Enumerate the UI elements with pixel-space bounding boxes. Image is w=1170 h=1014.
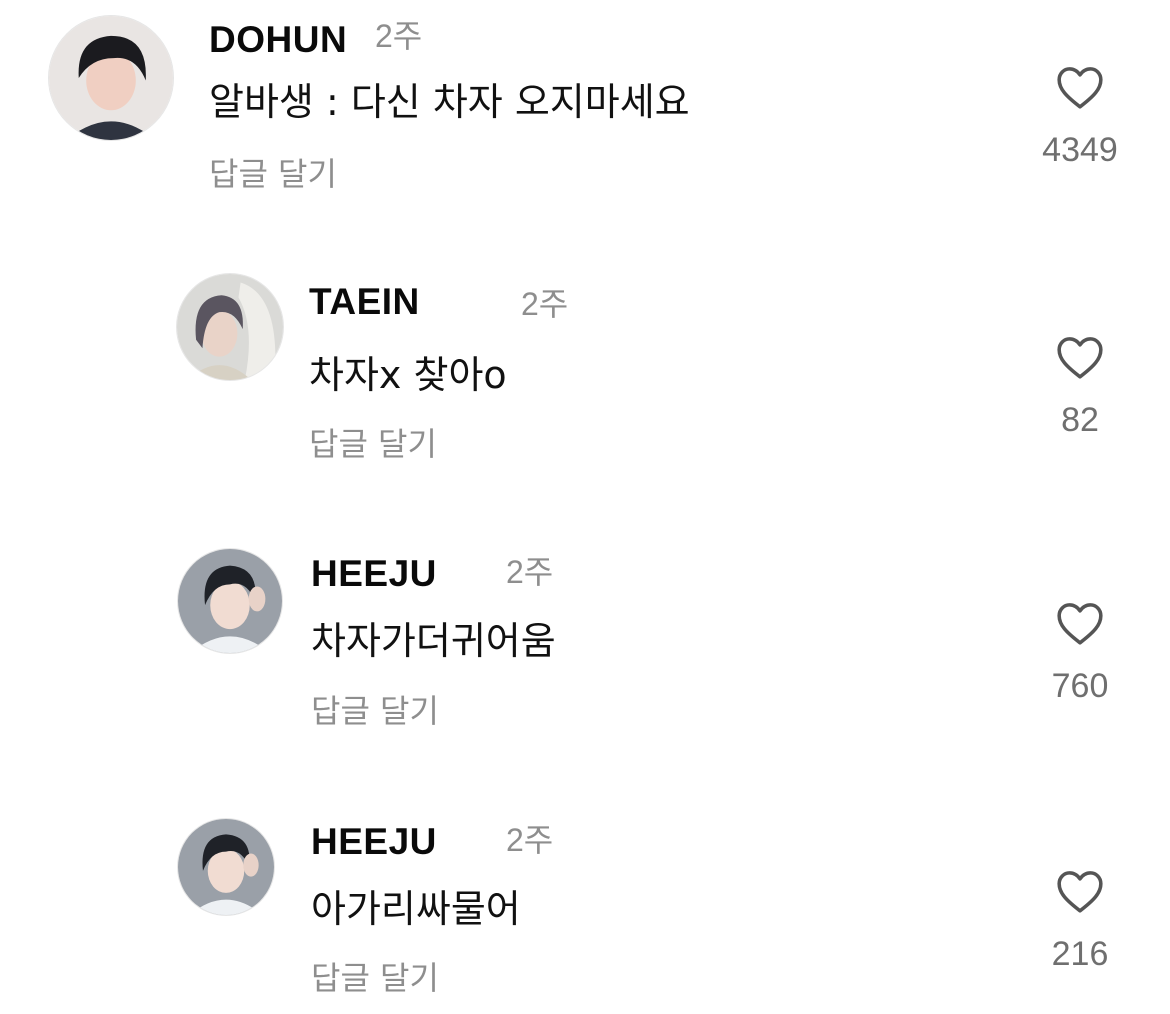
comment-username[interactable]: TAEIN bbox=[309, 280, 420, 324]
comment-username[interactable]: HEEJU bbox=[311, 820, 437, 864]
comment-item: DOHUN 2주 알바생 : 다신 차자 오지마세요 답글 달기 4349 bbox=[0, 0, 1170, 240]
comment-text: 차자가더귀어움 bbox=[311, 619, 556, 663]
heart-outline-icon bbox=[1057, 337, 1103, 379]
comment-timestamp: 2주 bbox=[521, 286, 569, 322]
comment-timestamp: 2주 bbox=[375, 18, 423, 54]
reply-button[interactable]: 답글 달기 bbox=[311, 691, 439, 731]
like-button[interactable]: 760 bbox=[1025, 600, 1135, 706]
comment-item: HEEJU 2주 차자가더귀어움 답글 달기 760 bbox=[0, 510, 1170, 780]
comment-timestamp: 2주 bbox=[506, 822, 554, 858]
heart-outline-icon bbox=[1057, 67, 1103, 109]
like-count: 216 bbox=[1051, 935, 1109, 973]
like-count: 760 bbox=[1051, 667, 1109, 705]
avatar-image bbox=[178, 819, 274, 915]
avatar-image bbox=[49, 16, 173, 140]
avatar-image bbox=[178, 549, 282, 653]
avatar[interactable] bbox=[176, 273, 284, 381]
comment-text: 알바생 : 다신 차자 오지마세요 bbox=[209, 80, 690, 124]
comment-item: HEEJU 2주 아가리싸물어 답글 달기 216 bbox=[0, 780, 1170, 1014]
like-button[interactable]: 82 bbox=[1025, 334, 1135, 440]
like-count: 82 bbox=[1061, 401, 1099, 439]
like-button[interactable]: 216 bbox=[1025, 868, 1135, 974]
comment-timestamp: 2주 bbox=[506, 554, 554, 590]
heart-outline-icon bbox=[1057, 871, 1103, 913]
avatar[interactable] bbox=[48, 15, 174, 141]
reply-button[interactable]: 답글 달기 bbox=[309, 424, 437, 464]
comment-username[interactable]: DOHUN bbox=[209, 18, 347, 62]
comment-text: 차자x 찾아o bbox=[309, 353, 507, 397]
heart-outline-icon bbox=[1057, 603, 1103, 645]
comment-item: TAEIN 2주 차자x 찾아o 답글 달기 82 bbox=[0, 240, 1170, 510]
comment-username[interactable]: HEEJU bbox=[311, 552, 437, 596]
avatar[interactable] bbox=[177, 818, 275, 916]
avatar[interactable] bbox=[177, 548, 283, 654]
like-count: 4349 bbox=[1042, 131, 1118, 169]
reply-button[interactable]: 답글 달기 bbox=[209, 154, 337, 194]
comment-text: 아가리싸물어 bbox=[311, 887, 521, 931]
reply-button[interactable]: 답글 달기 bbox=[311, 958, 439, 998]
like-button[interactable]: 4349 bbox=[1025, 64, 1135, 170]
avatar-image bbox=[177, 274, 283, 380]
